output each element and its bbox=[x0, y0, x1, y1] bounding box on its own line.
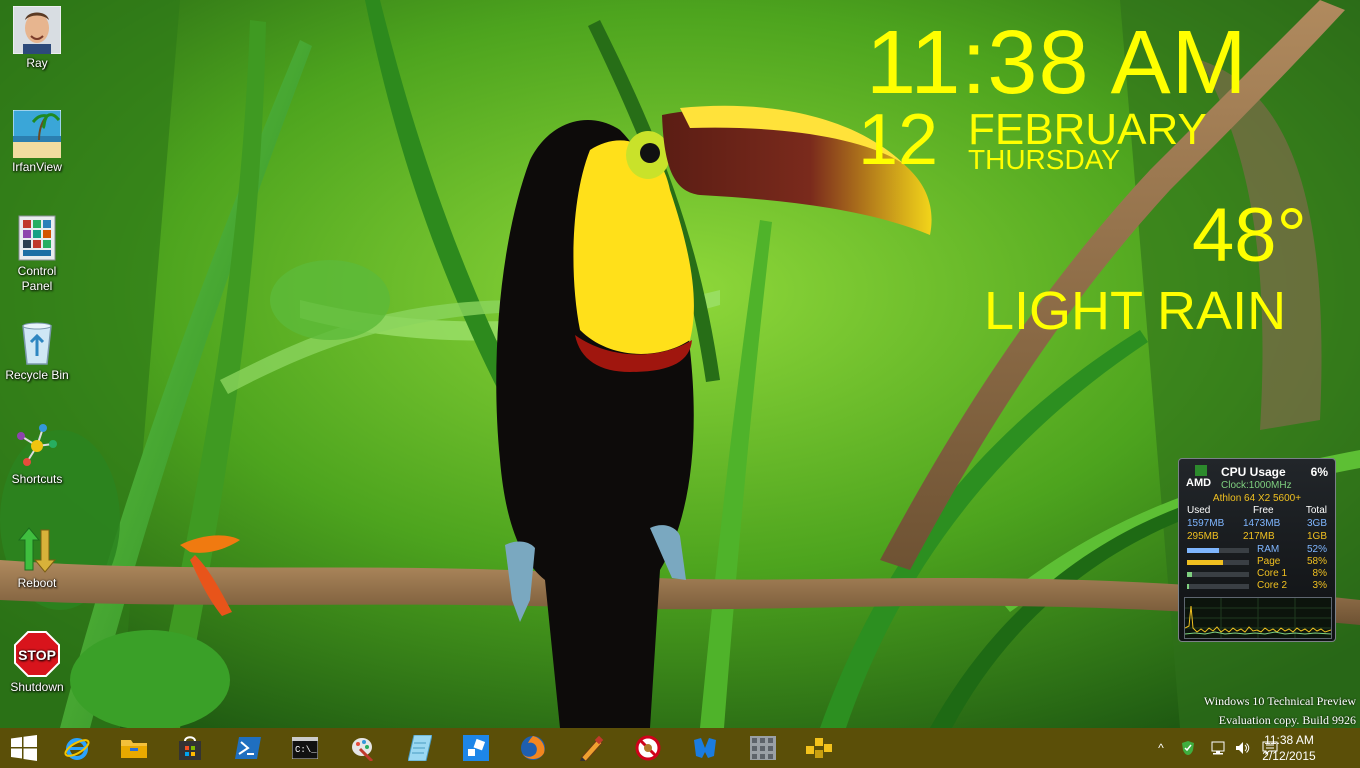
overlay-weekday: THURSDAY bbox=[968, 144, 1120, 175]
security-shield-icon[interactable] bbox=[1178, 728, 1198, 768]
desktop-icon-label: Recycle Bin bbox=[5, 368, 69, 382]
desktop-icon-label: Shutdown bbox=[10, 680, 64, 694]
stop-sign-icon: STOP bbox=[13, 630, 61, 678]
cpu-history-graph bbox=[1184, 597, 1332, 639]
malwarebytes-icon[interactable] bbox=[689, 732, 721, 764]
cpu-processor: Athlon 64 X2 5600+ bbox=[1212, 493, 1302, 504]
firefox-icon[interactable] bbox=[517, 732, 549, 764]
ram-bar-label: RAM bbox=[1257, 544, 1280, 555]
core1-bar bbox=[1187, 572, 1249, 577]
page-bar-value: 58% bbox=[1306, 556, 1327, 567]
app-blue-icon[interactable] bbox=[460, 732, 492, 764]
amd-logo-icon bbox=[1195, 465, 1207, 476]
desktop-icon-shutdown[interactable]: STOP Shutdown bbox=[4, 630, 70, 695]
desktop-icon-label: IrfanView bbox=[12, 160, 62, 174]
taskbar: C:\_ ^ 11:38 AM 2/12/2015 bbox=[0, 728, 1360, 768]
page-total: 1GB bbox=[1306, 531, 1327, 542]
volume-icon[interactable] bbox=[1232, 728, 1252, 768]
desktop-icon-label: Shortcuts bbox=[11, 472, 63, 486]
mem-header-total: Total bbox=[1305, 505, 1327, 516]
ram-free: 1473MB bbox=[1243, 518, 1281, 529]
desktop-icon-control-panel[interactable]: Control Panel bbox=[4, 214, 70, 294]
page-bar bbox=[1187, 560, 1249, 565]
desktop-icon-reboot[interactable]: Reboot bbox=[4, 526, 70, 591]
mem-header-used: Used bbox=[1187, 505, 1211, 516]
desktop-icon-irfanview[interactable]: IrfanView bbox=[4, 109, 70, 175]
ram-total: 3GB bbox=[1306, 518, 1327, 529]
core2-bar-value: 3% bbox=[1312, 580, 1327, 591]
svg-text:C:\_: C:\_ bbox=[295, 745, 317, 755]
store-icon[interactable] bbox=[174, 732, 206, 764]
core2-bar-label: Core 2 bbox=[1257, 580, 1288, 591]
ram-bar-value: 52% bbox=[1306, 544, 1327, 555]
page-used: 295MB bbox=[1187, 531, 1219, 542]
cpu-usage-gadget[interactable]: AMD CPU Usage 6% Clock:1000MHz Athlon 64… bbox=[1178, 458, 1336, 642]
pen-tool-icon[interactable] bbox=[575, 732, 607, 764]
paint-icon[interactable] bbox=[347, 732, 379, 764]
windows-start-icon[interactable] bbox=[8, 732, 40, 764]
watermark-line-1: Windows 10 Technical Preview bbox=[1203, 694, 1356, 708]
reboot-icon bbox=[13, 526, 61, 574]
cpu-percent: 6% bbox=[1310, 465, 1328, 479]
file-explorer-icon[interactable] bbox=[118, 732, 150, 764]
taskbar-time: 11:38 AM bbox=[1264, 733, 1314, 747]
grid-app-icon[interactable] bbox=[747, 732, 779, 764]
core2-bar bbox=[1187, 584, 1249, 589]
core1-bar-label: Core 1 bbox=[1257, 568, 1288, 579]
show-hidden-icons-button[interactable]: ^ bbox=[1154, 728, 1168, 768]
overlay-time: 11:38 AM bbox=[866, 13, 1248, 113]
control-panel-icon bbox=[13, 214, 61, 262]
overlay-day: 12 bbox=[858, 100, 939, 180]
ram-bar bbox=[1187, 548, 1249, 553]
page-bar-label: Page bbox=[1257, 556, 1281, 567]
network-icon[interactable] bbox=[1208, 728, 1228, 768]
taskbar-clock[interactable]: 11:38 AM 2/12/2015 bbox=[1256, 732, 1322, 764]
cpu-clock: Clock:1000MHz bbox=[1221, 480, 1292, 491]
desktop-icon-label: Control Panel bbox=[17, 264, 57, 293]
no-entry-icon[interactable] bbox=[632, 732, 664, 764]
page-free: 217MB bbox=[1243, 531, 1275, 542]
overlay-temperature: 48° bbox=[1192, 193, 1307, 278]
mem-header-free: Free bbox=[1253, 505, 1274, 516]
core1-bar-value: 8% bbox=[1312, 568, 1327, 579]
cpu-title: CPU Usage bbox=[1221, 465, 1286, 479]
desktop-icon-ray[interactable]: Ray bbox=[4, 5, 70, 71]
internet-explorer-icon[interactable] bbox=[61, 732, 93, 764]
desktop-icon-shortcuts[interactable]: Shortcuts bbox=[4, 422, 70, 487]
command-prompt-icon[interactable]: C:\_ bbox=[289, 732, 321, 764]
ram-used: 1597MB bbox=[1187, 518, 1225, 529]
user-photo-icon bbox=[12, 5, 62, 55]
notepad-icon[interactable] bbox=[404, 732, 436, 764]
desktop-icon-label: Reboot bbox=[17, 576, 57, 590]
overlay-condition: LIGHT RAIN bbox=[984, 281, 1287, 341]
shortcuts-icon bbox=[13, 422, 61, 470]
svg-text:STOP: STOP bbox=[18, 647, 56, 663]
watermark-line-2: Evaluation copy. Build 9926 bbox=[1218, 713, 1356, 727]
taskbar-date: 2/12/2015 bbox=[1262, 749, 1316, 763]
desktop-icon-label: Ray bbox=[26, 56, 48, 70]
yellow-blocks-icon[interactable] bbox=[803, 732, 835, 764]
irfanview-icon bbox=[12, 109, 62, 159]
recycle-bin-icon bbox=[13, 318, 61, 366]
cpu-brand: AMD bbox=[1186, 477, 1212, 489]
desktop-icon-recycle-bin[interactable]: Recycle Bin bbox=[4, 318, 70, 383]
powershell-icon[interactable] bbox=[232, 732, 264, 764]
